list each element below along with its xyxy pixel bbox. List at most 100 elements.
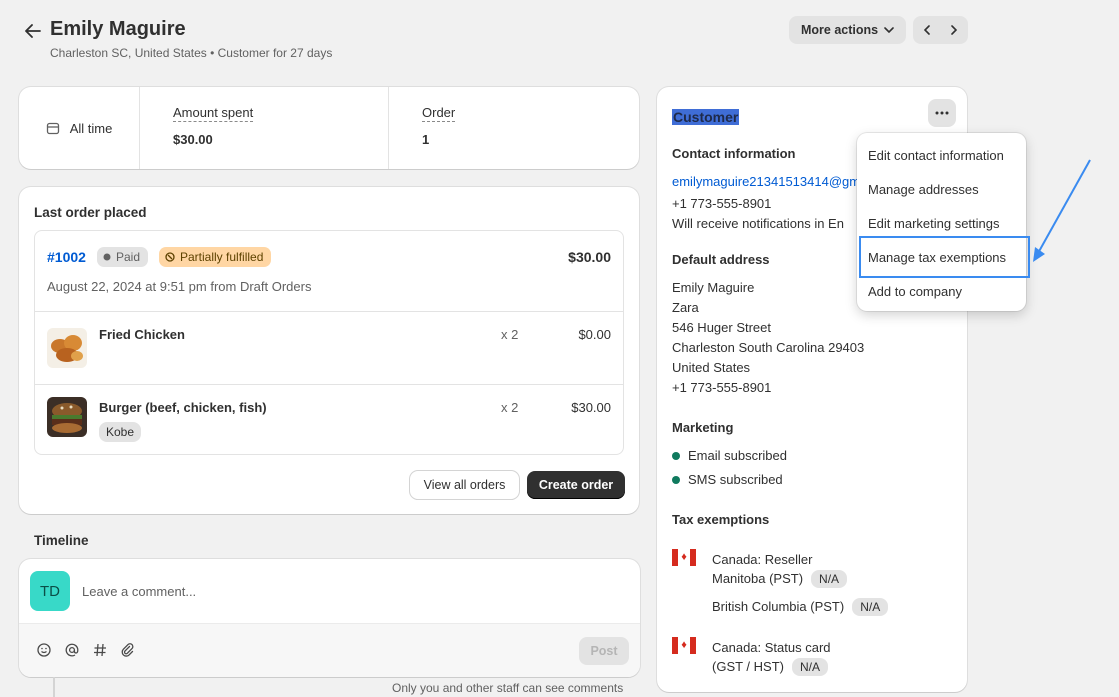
date-range-picker[interactable]: All time <box>19 87 140 169</box>
address-line: Emily Maguire <box>672 280 755 295</box>
hashtag-icon[interactable] <box>92 642 108 658</box>
order-summary: #1002 Paid Partially fulfilled $30.00 Au… <box>34 230 624 455</box>
create-order-button[interactable]: Create order <box>527 471 625 499</box>
chevron-down-icon <box>884 27 894 33</box>
staff-visibility-note: Only you and other staff can see comment… <box>392 681 624 695</box>
comment-input[interactable]: Leave a comment... <box>82 584 196 599</box>
address-line: 546 Huger Street <box>672 320 772 335</box>
customer-actions-menu: Edit contact information Manage addresse… <box>857 133 1026 311</box>
fried-chicken-thumbnail <box>47 328 87 368</box>
customer-pager <box>913 16 968 44</box>
comment-toolbar: Post <box>19 623 640 677</box>
item-quantity: x 2 <box>501 327 519 342</box>
tax-exemption-manitoba: Manitoba (PST) N/A <box>712 570 848 588</box>
tax-exemption-bc: British Columbia (PST) N/A <box>712 598 889 616</box>
more-actions-button[interactable]: More actions <box>789 16 907 44</box>
subscribed-dot-icon <box>672 451 680 460</box>
menu-item-edit-marketing[interactable]: Edit marketing settings <box>868 216 1000 231</box>
emoji-icon[interactable] <box>36 642 52 658</box>
avatar: TD <box>30 571 70 611</box>
partial-fulfillment-icon <box>165 252 175 262</box>
post-comment-button[interactable]: Post <box>579 637 629 665</box>
bc-label: British Columbia (PST) <box>712 599 845 614</box>
customer-subtitle: Charleston SC, United States • Customer … <box>50 46 333 60</box>
order-number-link[interactable]: #1002 <box>47 249 86 265</box>
view-all-orders-button[interactable]: View all orders <box>410 471 519 499</box>
calendar-icon <box>46 122 59 135</box>
order-count-label: Order <box>422 105 456 122</box>
address-line: United States <box>672 360 751 375</box>
item-price: $0.00 <box>578 327 611 342</box>
previous-customer-button[interactable] <box>913 16 941 44</box>
subscribed-dot-icon <box>672 475 680 484</box>
sms-subscription-label: SMS subscribed <box>688 472 783 487</box>
marketing-title: Marketing <box>672 420 734 435</box>
canada-flag-icon: ♦ <box>672 637 696 654</box>
tax-exemption-gst-hst: (GST / HST) N/A <box>712 658 828 676</box>
page-title: Emily Maguire <box>50 18 186 40</box>
address-line: Charleston South Carolina 29403 <box>672 340 865 355</box>
email-subscription-status: Email subscribed <box>672 448 787 463</box>
payment-status-badge: Paid <box>97 247 149 267</box>
item-name: Fried Chicken <box>99 327 185 342</box>
line-item: Fried Chicken x 2 $0.00 <box>35 311 623 384</box>
email-subscription-label: Email subscribed <box>688 448 787 463</box>
stats-card: All time Amount spent $30.00 Order 1 <box>19 87 639 169</box>
menu-item-manage-addresses[interactable]: Manage addresses <box>868 182 979 197</box>
gst-hst-label: (GST / HST) <box>712 659 784 674</box>
customer-actions-button[interactable] <box>928 99 956 127</box>
chevron-right-icon <box>951 25 958 35</box>
order-date: August 22, 2024 at 9:51 pm from Draft Or… <box>47 279 312 294</box>
attachment-icon[interactable] <box>120 642 136 658</box>
fulfillment-status-label: Partially fulfilled <box>180 250 264 264</box>
comment-composer: TD Leave a comment... Post <box>19 559 640 677</box>
customer-email-link[interactable]: emilymaguire21341513414@gm <box>672 174 860 189</box>
tax-exemptions-title: Tax exemptions <box>672 512 770 527</box>
contact-info-title: Contact information <box>672 146 796 161</box>
default-address-title: Default address <box>672 252 770 267</box>
more-actions-label: More actions <box>801 23 879 37</box>
timeline-title: Timeline <box>34 533 89 548</box>
notification-language: Will receive notifications in En <box>672 216 844 231</box>
item-variant-badge: Kobe <box>99 422 142 442</box>
highlight-annotation <box>859 236 1030 278</box>
na-badge: N/A <box>852 598 889 616</box>
customer-phone: +1 773-555-8901 <box>672 196 772 211</box>
burger-thumbnail <box>47 397 87 437</box>
item-quantity: x 2 <box>501 400 519 415</box>
address-line: Zara <box>672 300 699 315</box>
amount-spent-stat: Amount spent $30.00 <box>140 87 389 169</box>
na-badge: N/A <box>791 658 828 676</box>
manitoba-label: Manitoba (PST) <box>712 571 804 586</box>
last-order-title: Last order placed <box>34 205 147 220</box>
tax-exemption-reseller: Canada: Reseller <box>712 552 813 567</box>
fulfillment-status-badge: Partially fulfilled <box>159 247 272 267</box>
next-customer-button[interactable] <box>941 16 969 44</box>
amount-spent-label: Amount spent <box>173 105 254 122</box>
address-line: +1 773-555-8901 <box>672 380 772 395</box>
tax-exemption-status-card: Canada: Status card <box>712 640 831 655</box>
na-badge: N/A <box>811 570 848 588</box>
menu-item-edit-contact[interactable]: Edit contact information <box>868 148 1004 163</box>
item-name: Burger (beef, chicken, fish) <box>99 400 267 415</box>
more-horizontal-icon <box>935 111 949 115</box>
customer-card-title: Customer <box>672 109 740 125</box>
payment-status-label: Paid <box>116 250 141 264</box>
amount-spent-value: $30.00 <box>173 132 213 147</box>
mention-icon[interactable] <box>64 642 80 658</box>
line-item: Burger (beef, chicken, fish) x 2 $30.00 … <box>35 384 623 457</box>
chevron-left-icon <box>923 25 930 35</box>
timeline-line <box>53 677 55 697</box>
order-total: $30.00 <box>568 249 611 265</box>
paid-status-icon <box>103 253 111 261</box>
order-count-value: 1 <box>422 132 430 147</box>
menu-item-add-to-company[interactable]: Add to company <box>868 284 962 299</box>
item-price: $30.00 <box>571 400 611 415</box>
page-header: Emily Maguire Charleston SC, United Stat… <box>22 16 968 64</box>
sms-subscription-status: SMS subscribed <box>672 472 783 487</box>
date-range-label: All time <box>69 120 113 136</box>
last-order-card: Last order placed #1002 Paid Partially f… <box>19 187 639 514</box>
order-count-stat: Order 1 <box>389 87 456 169</box>
back-arrow-icon[interactable] <box>22 20 44 42</box>
pointer-arrow-annotation <box>1033 159 1091 262</box>
